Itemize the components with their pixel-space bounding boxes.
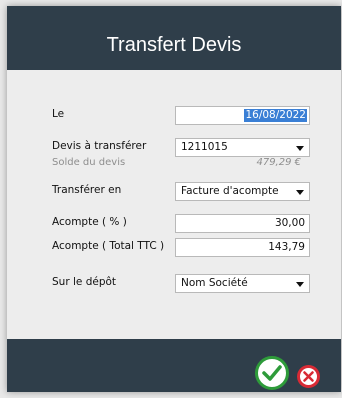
devis-select[interactable]: 1211015 <box>175 138 310 157</box>
transfert-devis-dialog: Transfert Devis Le 16/08/2022 Devis à tr… <box>7 6 341 392</box>
date-value: 16/08/2022 <box>244 109 307 122</box>
devis-value: 1211015 <box>181 141 228 153</box>
acompte-pct-label: Acompte ( % ) <box>52 216 127 228</box>
ok-button[interactable] <box>255 356 289 390</box>
dialog-footer <box>7 339 341 392</box>
dialog-title: Transfert Devis <box>106 34 242 56</box>
checkmark-icon <box>262 365 282 381</box>
cancel-button[interactable] <box>297 365 320 388</box>
depot-label: Sur le dépôt <box>52 276 117 288</box>
dialog-header: Transfert Devis <box>7 6 341 70</box>
acompte-pct-input[interactable]: 30,00 <box>175 214 310 233</box>
chevron-down-icon <box>296 146 304 151</box>
date-label: Le <box>52 108 65 120</box>
solde-value: 479,29 € <box>256 157 301 168</box>
transferer-en-select[interactable]: Facture d'acompte <box>175 182 310 201</box>
solde-label: Solde du devis <box>52 157 126 168</box>
transferer-en-value: Facture d'acompte <box>181 185 279 197</box>
acompte-ttc-input[interactable]: 143,79 <box>175 238 310 257</box>
chevron-down-icon <box>296 282 304 287</box>
chevron-down-icon <box>296 190 304 195</box>
acompte-ttc-label: Acompte ( Total TTC ) <box>52 240 165 252</box>
depot-value: Nom Société <box>181 277 248 289</box>
depot-select[interactable]: Nom Société <box>175 274 310 293</box>
close-icon <box>303 371 314 382</box>
devis-label: Devis à transférer <box>52 140 147 152</box>
transferer-en-label: Transférer en <box>52 184 122 196</box>
date-field[interactable]: 16/08/2022 <box>175 106 310 125</box>
